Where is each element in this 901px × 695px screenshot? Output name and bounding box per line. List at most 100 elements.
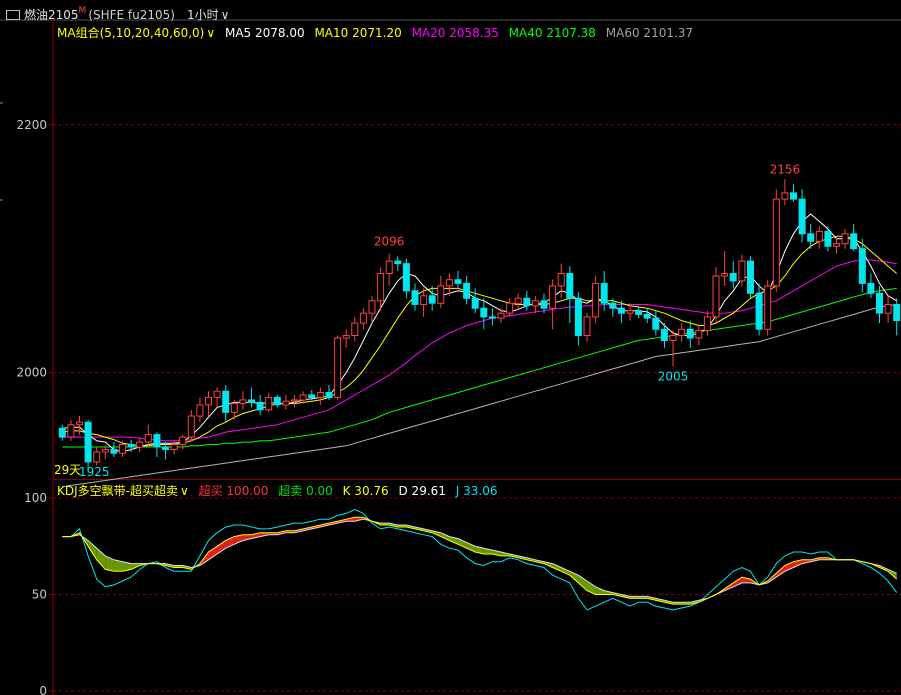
kdj-tick-label: 50	[32, 588, 47, 602]
candle-down	[523, 297, 531, 307]
candle-down	[747, 260, 754, 294]
candle-down	[574, 297, 582, 336]
candle-up	[316, 392, 324, 398]
candle-down	[643, 313, 651, 319]
candle-down	[729, 273, 737, 282]
ma60-value: MA60 2101.37	[605, 26, 694, 40]
candle-up	[721, 273, 729, 277]
candle-down	[153, 434, 161, 448]
chart-canvas: 2200 2000 2156 2096 2005 29天1925 100 50 0	[0, 0, 901, 695]
candle-up	[678, 328, 686, 336]
candle-down	[256, 401, 264, 411]
candle-down	[222, 390, 230, 413]
ma-indicator-bar: MA组合(5,10,20,40,60,0) ∨ MA5 2078.00 MA10 …	[57, 24, 693, 41]
candle-up	[738, 260, 746, 282]
candle-up	[841, 233, 849, 245]
candle-up	[377, 273, 385, 302]
candle-up	[437, 285, 445, 304]
days-label: 29天	[54, 463, 81, 477]
candle-up	[557, 273, 565, 287]
candle-up	[815, 230, 823, 242]
candle-down	[273, 396, 281, 406]
symbol-code: (SHFE fu2105)	[88, 8, 175, 22]
candle-down	[471, 297, 479, 309]
candle-down	[660, 328, 668, 341]
candle-down	[686, 328, 694, 339]
candle-up	[669, 335, 677, 341]
candle-up	[205, 396, 212, 406]
period-label: 1小时	[186, 8, 219, 22]
candle-down	[755, 292, 763, 330]
candle-down	[858, 248, 866, 284]
candle-up	[179, 436, 187, 446]
kdj-ribbon-bull	[208, 546, 218, 560]
candle-up	[592, 282, 600, 318]
chevron-down-icon: ∨	[179, 484, 189, 498]
candle-down	[790, 192, 797, 200]
ma10-line	[62, 235, 898, 447]
mid-low-price-label: 2005	[658, 369, 689, 383]
candle-up	[144, 434, 152, 443]
ma60-line	[62, 304, 897, 488]
chart-frame	[0, 0, 901, 695]
window-toggle-icon[interactable]	[6, 9, 20, 20]
candle-up	[334, 337, 342, 398]
candle-down	[162, 446, 169, 450]
symbol-name[interactable]: 燃油2105	[24, 8, 79, 22]
candle-down	[480, 307, 488, 318]
candle-down	[488, 316, 496, 319]
candle-down	[402, 263, 410, 292]
kdj-ribbon-bear	[440, 532, 450, 541]
ma-group-selector[interactable]: MA组合(5,10,20,40,60,0) ∨	[57, 26, 215, 40]
kdj-selector[interactable]: KDJ多空飘带-超买超卖 ∨	[57, 484, 189, 498]
kdj-ribbon-bear	[595, 586, 605, 595]
candle-up	[772, 198, 780, 287]
candle-down	[867, 282, 875, 294]
candle-up	[187, 415, 195, 438]
candle-up	[695, 330, 703, 339]
candle-down	[807, 233, 815, 242]
kdj-indicator-bar: KDJ多空飘带-超买超卖 ∨ 超买 100.00 超卖 0.00 K 30.76 …	[57, 482, 497, 499]
candle-up	[119, 444, 126, 454]
candle-up	[101, 449, 109, 453]
candle-up	[712, 275, 720, 318]
candle-down	[798, 198, 806, 235]
candle-up	[703, 316, 711, 331]
candle-down	[428, 295, 436, 304]
price-tick-label: 2000	[16, 366, 47, 380]
kdj-label: KDJ多空飘带-超买超卖	[57, 484, 178, 498]
candle-up	[368, 300, 376, 314]
overbought-value: 超买 100.00	[198, 484, 269, 498]
candle-down	[127, 444, 135, 448]
candle-down	[463, 282, 471, 299]
candle-down	[454, 279, 462, 284]
candle-up	[626, 310, 634, 314]
candle-up	[514, 297, 522, 304]
candle-up	[764, 285, 772, 330]
candle-up	[282, 400, 290, 406]
candle-down	[600, 282, 608, 304]
ma5-value: MA5 2078.00	[224, 26, 305, 40]
oversold-value: 超卖 0.00	[278, 484, 333, 498]
candle-down	[394, 260, 402, 265]
kdj-tick-label: 100	[24, 491, 47, 505]
kdj-tick-label: 0	[39, 684, 47, 695]
candle-down	[540, 300, 548, 309]
candle-down	[58, 427, 66, 438]
period-selector[interactable]: 1小时 ∨	[187, 8, 229, 22]
candle-down	[876, 292, 883, 314]
candle-down	[566, 273, 574, 299]
ma5-line	[62, 213, 897, 453]
candle-up	[420, 295, 428, 305]
candle-down	[609, 302, 617, 309]
candle-up	[76, 421, 83, 426]
price-tick-label: 2200	[16, 118, 47, 132]
candle-up	[583, 316, 591, 336]
candle-down	[893, 304, 901, 322]
candle-down	[824, 230, 832, 247]
candle-down	[411, 290, 419, 305]
candle-down	[652, 317, 660, 330]
symbol-tag: M	[78, 6, 87, 16]
mid-high-price-label: 2096	[374, 235, 405, 249]
candle-up	[93, 451, 101, 463]
